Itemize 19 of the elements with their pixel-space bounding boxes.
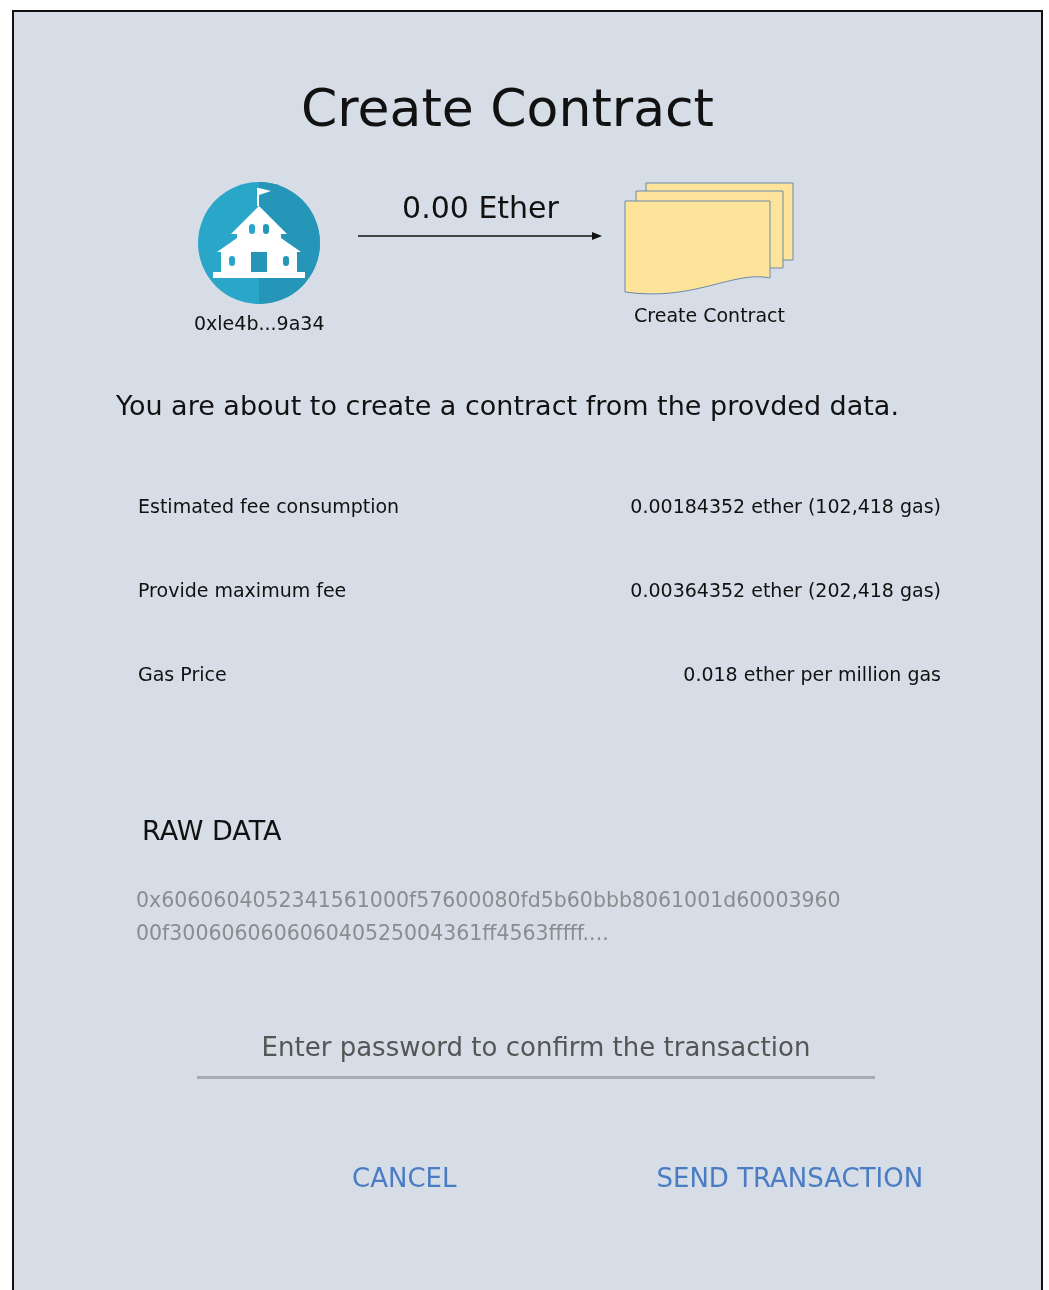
raw-data-text: 00f300606060606040525004361ff4563fffff.... <box>136 920 610 947</box>
documents-icon <box>624 182 795 296</box>
cancel-button[interactable]: CANCEL <box>340 1159 469 1197</box>
dialog-title: Create Contract <box>300 82 715 134</box>
send-transaction-button[interactable]: SEND TRANSACTION <box>644 1159 936 1197</box>
detail-value: 0.00364352 ether (202,418 gas) <box>630 579 941 601</box>
detail-value: 0.00184352 ether (102,418 gas) <box>630 495 941 517</box>
recipient-label: Create Contract <box>634 304 785 326</box>
raw-data-heading: RAW DATA <box>142 815 283 846</box>
detail-label: Gas Price <box>138 663 227 685</box>
right-arrow-icon <box>358 231 603 241</box>
raw-data-text: 0x6060604052341561000f57600080fd5b60bbb8061001d60003960 <box>136 887 842 914</box>
password-field[interactable]: Enter password to confirm the transaction <box>197 1032 875 1079</box>
detail-label: Provide maximum fee <box>138 579 347 601</box>
sender-address: 0xle4b...9a34 <box>194 312 325 334</box>
info-message: You are about to create a contract from the provded data. <box>115 390 900 421</box>
detail-value: 0.018 ether per million gas <box>683 663 941 685</box>
detail-label: Estimated fee consumption <box>138 495 400 517</box>
ether-amount: 0.00 Ether <box>402 190 559 225</box>
